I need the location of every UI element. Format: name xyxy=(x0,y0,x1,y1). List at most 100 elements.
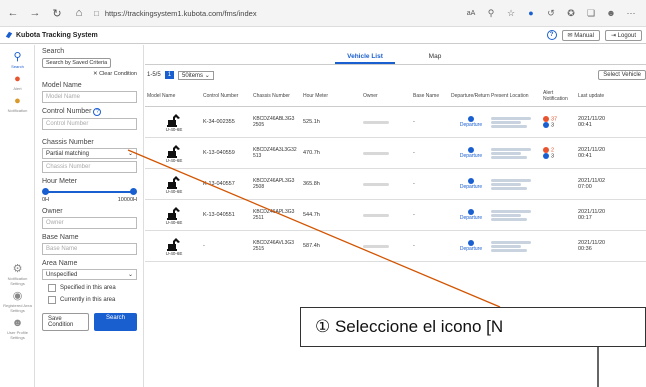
update-time: 00:41 xyxy=(578,122,592,128)
per-page-select[interactable]: 50items ⌄ xyxy=(178,70,214,80)
rail-label: Search xyxy=(11,64,24,69)
tab-vehicle-list[interactable]: Vehicle List xyxy=(335,45,395,64)
rail-user-settings[interactable]: ☻ User Profile Settings xyxy=(0,317,35,340)
page-button[interactable]: 1 xyxy=(164,71,175,79)
col-base[interactable]: Base Name xyxy=(413,93,451,99)
col-departure[interactable]: Departure/Return xyxy=(451,93,491,99)
hour-meter: 470.7h xyxy=(303,150,320,156)
forward-arrow-icon[interactable]: → xyxy=(26,4,44,22)
profile-icon[interactable]: ☻ xyxy=(602,8,620,18)
collections-icon[interactable]: ❏ xyxy=(582,8,600,19)
owner-cell xyxy=(363,120,413,124)
slider-handle-min[interactable] xyxy=(42,188,49,195)
favorite-star-icon[interactable]: ☆ xyxy=(502,8,520,19)
alert-blue: 3 xyxy=(543,122,578,128)
departure-cell[interactable]: Departure xyxy=(451,178,491,190)
col-hour[interactable]: Hour Meter xyxy=(303,93,363,99)
checkbox-box[interactable] xyxy=(48,296,56,304)
clear-condition-link[interactable]: ✕ Clear Condition xyxy=(42,71,137,77)
table-row[interactable]: U-40-6E - KBCDZ46AVL3G3 2515 587.4h - De… xyxy=(145,231,646,262)
col-owner[interactable]: Owner xyxy=(363,93,413,99)
excavator-icon xyxy=(167,113,180,127)
departure-cell[interactable]: Departure xyxy=(451,240,491,252)
chassis-number-input[interactable]: Chassis Number xyxy=(42,161,137,173)
rail-label: User Profile Settings xyxy=(7,330,28,340)
rail-notification[interactable]: ● Notification xyxy=(0,95,35,113)
col-control[interactable]: Control Number xyxy=(203,93,253,99)
col-model[interactable]: Model Name xyxy=(145,93,203,99)
departure-cell[interactable]: Departure xyxy=(451,209,491,221)
specified-checkbox[interactable]: Specified in this area xyxy=(48,284,137,292)
logout-button[interactable]: ⇥ Logout xyxy=(604,29,642,41)
help-icon[interactable]: ? xyxy=(93,108,102,116)
kubota-logo-icon xyxy=(5,31,13,39)
owner-cell xyxy=(363,213,413,217)
currently-checkbox[interactable]: Currently in this area xyxy=(48,296,137,304)
more-icon[interactable]: ⋯ xyxy=(622,8,640,19)
app-logo: Kubota Tracking System xyxy=(5,31,98,39)
favorites-icon[interactable]: ✪ xyxy=(562,8,580,19)
manual-button[interactable]: ✉ Manual xyxy=(561,29,600,41)
chassis-number: KBCDZ46APL3G3 2508 xyxy=(253,178,295,190)
zoom-icon[interactable]: ⚲ xyxy=(482,8,500,19)
col-location[interactable]: Present Location xyxy=(491,93,543,99)
owner-cell xyxy=(363,244,413,248)
address-bar[interactable]: □ https://trackingsystem1.kubota.com/fms… xyxy=(94,4,394,22)
rail-area-settings[interactable]: ◉ Registered Area Settings xyxy=(0,290,35,313)
model-name-input[interactable]: Model Name xyxy=(42,91,137,103)
reader-icon[interactable]: aA xyxy=(462,10,480,17)
col-alert[interactable]: Alert Notification xyxy=(543,90,578,102)
departure-label: Departure xyxy=(459,122,483,128)
departure-label: Departure xyxy=(459,246,483,252)
machine-cell: U-40-6E xyxy=(145,113,203,132)
rail-search[interactable]: ⚲ Search xyxy=(0,51,35,69)
model-name: U-40-6E xyxy=(165,126,183,132)
checkbox-box[interactable] xyxy=(48,284,56,292)
chassis-match-select[interactable]: Partial matching ⌄ xyxy=(42,148,137,159)
owner-input[interactable]: Owner xyxy=(42,217,137,229)
table-row[interactable]: U-40-6E K-13-040551 KBCDZ46APL3G3 2511 5… xyxy=(145,200,646,231)
col-chassis[interactable]: Chassis Number xyxy=(253,93,303,99)
search-button[interactable]: Search xyxy=(93,313,137,331)
present-location xyxy=(491,178,543,191)
departure-label: Departure xyxy=(459,184,483,190)
area-select[interactable]: Unspecified ⌄ xyxy=(42,269,137,280)
table-row[interactable]: U-40-6E K-13-040557 KBCDZ46APL3G3 2508 3… xyxy=(145,169,646,200)
slider-handle-max[interactable] xyxy=(130,188,137,195)
tab-map[interactable]: Map xyxy=(415,45,455,64)
refresh-extension-icon[interactable]: ↺ xyxy=(542,8,560,19)
rail-alert[interactable]: ● Alert xyxy=(0,73,35,91)
saved-criteria-button[interactable]: Search by Saved Criteria xyxy=(42,58,112,68)
url-text: https://trackingsystem1.kubota.com/fms/i… xyxy=(104,8,257,18)
excavator-icon xyxy=(167,144,180,158)
alert-notification-cell[interactable]: 37 3 xyxy=(543,115,578,128)
owner-label: Owner xyxy=(42,208,63,215)
table-row[interactable]: U-40-6E K-13-040559 KBCDZ46A3L3G32 513 4… xyxy=(145,138,646,169)
select-vehicle-button[interactable]: Select Vehicle xyxy=(598,70,646,80)
excavator-icon xyxy=(167,206,180,220)
save-condition-button[interactable]: Save Condition xyxy=(42,313,89,331)
alert-notification-cell[interactable]: 2 3 xyxy=(543,146,578,159)
hour-meter-slider[interactable] xyxy=(42,187,137,197)
hour-meter: 525.1h xyxy=(303,119,320,125)
machine-cell: U-40-6E xyxy=(145,144,203,163)
control-number-input[interactable]: Control Number xyxy=(42,118,137,130)
clear-label: Clear Condition xyxy=(99,71,137,77)
departure-cell[interactable]: Departure xyxy=(451,116,491,128)
back-arrow-icon[interactable]: ← xyxy=(4,4,22,22)
departure-cell[interactable]: Departure xyxy=(451,147,491,159)
reload-icon[interactable]: ↻ xyxy=(48,4,66,22)
manual-label: Manual xyxy=(574,32,594,39)
extension-icon[interactable]: ● xyxy=(522,8,540,18)
last-update: 2021/11/02 07:00 xyxy=(578,178,628,190)
table-row[interactable]: U-40-6E K-34-002355 KBCDZ46ABL3G3 2505 5… xyxy=(145,107,646,138)
col-last-update[interactable]: Last update xyxy=(578,93,628,99)
hour-meter: 544.7h xyxy=(303,212,320,218)
chassis-number: KBCDZ46APL3G3 2511 xyxy=(253,209,295,221)
control-number: K-13-040551 xyxy=(203,212,235,218)
instruction-callout: ① Seleccione el icono [N xyxy=(300,307,646,347)
help-icon[interactable]: ? xyxy=(546,30,557,40)
home-icon[interactable]: ⌂ xyxy=(70,4,88,22)
rail-notification-settings[interactable]: ⚙ Notification Settings xyxy=(0,263,35,286)
base-name-input[interactable]: Base Name xyxy=(42,243,137,255)
